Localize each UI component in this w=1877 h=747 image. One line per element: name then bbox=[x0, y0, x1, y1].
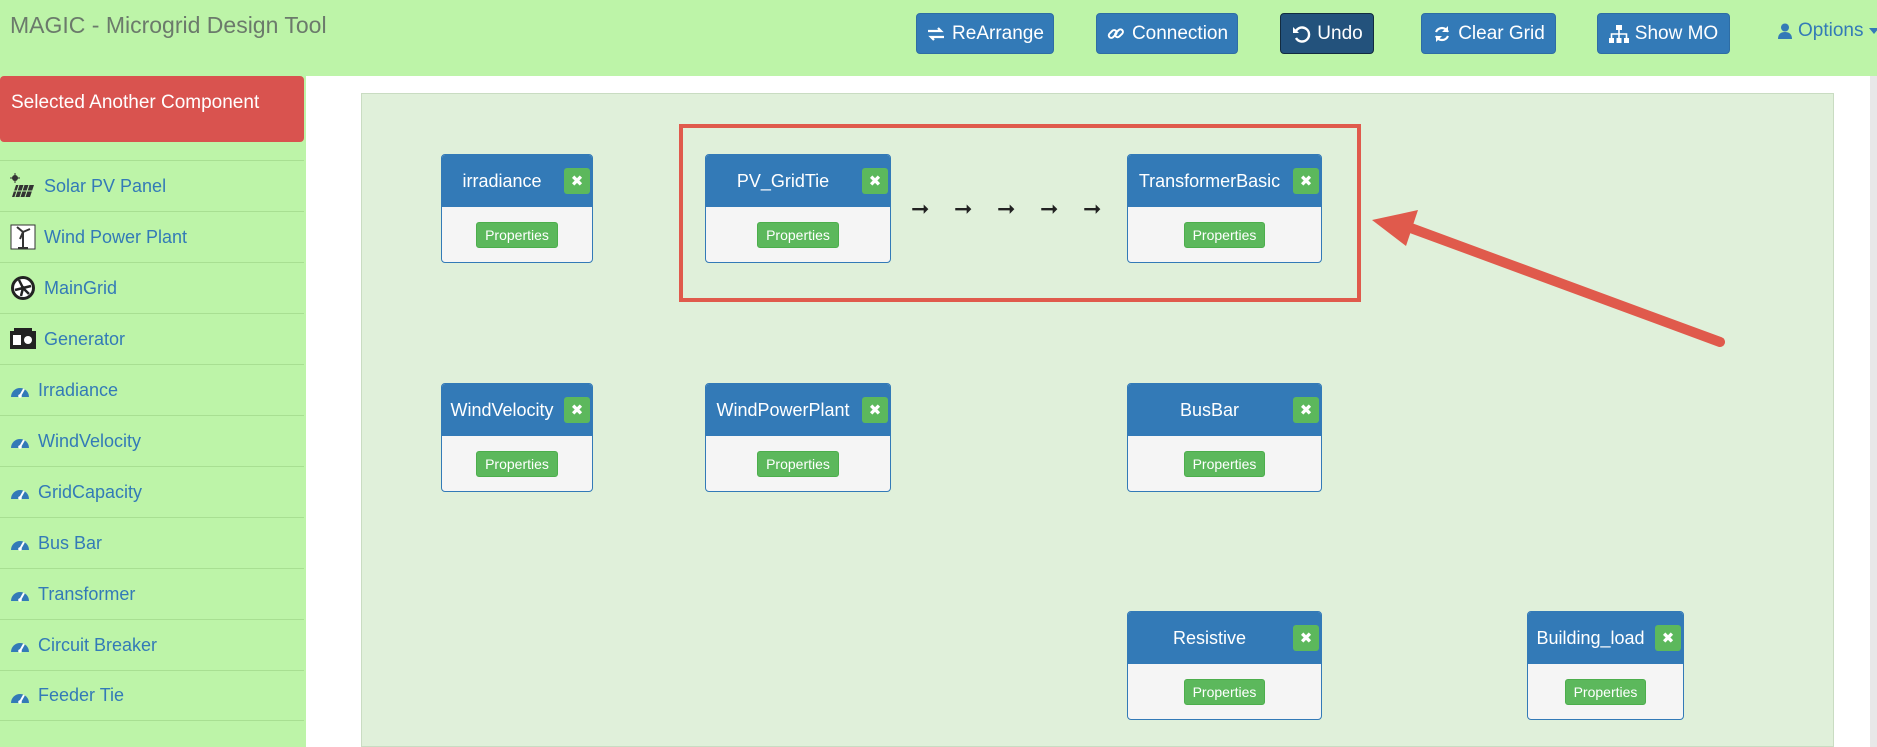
node-resistive[interactable]: Resistive ✖ Properties bbox=[1127, 611, 1322, 720]
undo-button[interactable]: Undo bbox=[1280, 13, 1374, 54]
sidebar-item-label: Circuit Breaker bbox=[38, 634, 158, 655]
clear-grid-label: Clear Grid bbox=[1458, 22, 1545, 44]
node-header[interactable]: WindVelocity ✖ bbox=[442, 384, 592, 436]
sitemap-icon bbox=[1608, 24, 1629, 43]
user-icon bbox=[1778, 23, 1792, 39]
options-menu[interactable]: Options bbox=[1778, 20, 1877, 42]
grid-fan-icon bbox=[11, 276, 35, 300]
sidebar-item-label: Feeder Tie bbox=[38, 685, 125, 705]
node-building-load[interactable]: Building_load ✖ Properties bbox=[1527, 611, 1684, 720]
undo-label: Undo bbox=[1317, 22, 1363, 44]
sidebar-item-irradiance[interactable]: Irradiance bbox=[0, 364, 304, 415]
close-icon[interactable]: ✖ bbox=[564, 168, 590, 194]
exchange-icon bbox=[928, 26, 945, 41]
close-icon[interactable]: ✖ bbox=[564, 397, 590, 423]
properties-button[interactable]: Properties bbox=[757, 451, 839, 477]
gauge-icon bbox=[11, 643, 29, 653]
app-title: MAGIC - Microgrid Design Tool bbox=[10, 12, 327, 38]
sidebar-item-transformer[interactable]: Transformer bbox=[0, 568, 304, 619]
show-mo-button[interactable]: Show MO bbox=[1597, 13, 1730, 54]
highlight-box bbox=[679, 124, 1361, 302]
sidebar-item-label: Transformer bbox=[38, 583, 136, 604]
refresh-icon bbox=[1435, 25, 1450, 42]
close-icon[interactable]: ✖ bbox=[1293, 625, 1319, 651]
sidebar-item-label: Irradiance bbox=[38, 379, 119, 400]
properties-button[interactable]: Properties bbox=[1183, 679, 1266, 705]
sidebar-item-bus-bar[interactable]: Bus Bar bbox=[0, 517, 304, 568]
gauge-icon bbox=[11, 490, 29, 500]
sidebar-item-maingrid[interactable]: MainGrid bbox=[0, 262, 304, 313]
rearrange-button[interactable]: ReArrange bbox=[916, 13, 1054, 54]
close-icon[interactable]: ✖ bbox=[1655, 625, 1681, 651]
connection-label: Connection bbox=[1131, 22, 1229, 44]
close-icon[interactable]: ✖ bbox=[862, 397, 888, 423]
sidebar-item-generator[interactable]: Generator bbox=[0, 313, 304, 364]
properties-button[interactable]: Properties bbox=[476, 451, 558, 477]
sidebar-item-label: GridCapacity bbox=[38, 481, 143, 502]
gauge-icon bbox=[11, 693, 29, 704]
sidebar-item-feeder-tie[interactable]: Feeder Tie bbox=[0, 670, 304, 721]
node-header[interactable]: Building_load ✖ bbox=[1528, 612, 1683, 664]
wind-turbine-icon bbox=[10, 224, 36, 250]
sidebar-item-label: Generator bbox=[44, 328, 126, 349]
gauge-icon bbox=[11, 592, 29, 602]
sidebar-item-label: MainGrid bbox=[44, 277, 118, 298]
node-title: Resistive bbox=[1172, 627, 1247, 648]
sidebar-item-wind-power-plant[interactable]: Wind Power Plant bbox=[0, 211, 304, 262]
node-irradiance[interactable]: irradiance ✖ Properties bbox=[441, 154, 593, 263]
link-icon bbox=[1107, 27, 1124, 39]
caret-down-icon bbox=[1869, 28, 1877, 34]
node-busbar[interactable]: BusBar ✖ Properties bbox=[1127, 383, 1322, 492]
options-label: Options bbox=[1798, 20, 1864, 41]
node-windvelocity[interactable]: WindVelocity ✖ Properties bbox=[441, 383, 593, 492]
vertical-scrollbar[interactable] bbox=[1870, 76, 1877, 747]
close-icon[interactable]: ✖ bbox=[1293, 397, 1319, 423]
rearrange-label: ReArrange bbox=[952, 22, 1044, 44]
annotation-arrow-icon bbox=[1372, 210, 1725, 347]
sidebar-item-circuit-breaker[interactable]: Circuit Breaker bbox=[0, 619, 304, 670]
node-header[interactable]: Resistive ✖ bbox=[1128, 612, 1321, 664]
node-header[interactable]: BusBar ✖ bbox=[1128, 384, 1321, 436]
node-title: WindVelocity bbox=[450, 399, 554, 420]
gauge-icon bbox=[11, 541, 29, 551]
sidebar-item-label: Bus Bar bbox=[38, 532, 103, 553]
gauge-icon bbox=[11, 388, 29, 398]
solar-panel-icon bbox=[10, 173, 34, 198]
properties-button[interactable]: Properties bbox=[1183, 451, 1266, 477]
node-title: Building_load bbox=[1536, 627, 1645, 648]
node-title: WindPowerPlant bbox=[716, 399, 850, 420]
properties-button[interactable]: Properties bbox=[1564, 679, 1647, 705]
gauge-icon bbox=[11, 439, 29, 449]
node-title: BusBar bbox=[1179, 399, 1240, 420]
selection-alert: Selected Another Component bbox=[0, 76, 304, 142]
sidebar-item-label: Solar PV Panel bbox=[44, 175, 167, 196]
generator-icon bbox=[10, 328, 36, 349]
component-sidebar: Selected Another Component Solar PV Pane… bbox=[0, 76, 304, 747]
node-title: irradiance bbox=[462, 170, 542, 191]
sidebar-item-gridcapacity[interactable]: GridCapacity bbox=[0, 466, 304, 517]
node-header[interactable]: irradiance ✖ bbox=[442, 155, 592, 207]
sidebar-item-windvelocity[interactable]: WindVelocity bbox=[0, 415, 304, 466]
undo-icon bbox=[1293, 25, 1311, 43]
sidebar-item-label: WindVelocity bbox=[38, 430, 142, 451]
connection-button[interactable]: Connection bbox=[1096, 13, 1238, 54]
node-header[interactable]: WindPowerPlant ✖ bbox=[706, 384, 890, 436]
selection-alert-text: Selected Another Component bbox=[11, 92, 260, 113]
show-mo-label: Show MO bbox=[1634, 22, 1719, 44]
sidebar-item-solar-pv-panel[interactable]: Solar PV Panel bbox=[0, 160, 304, 211]
node-windpowerplant[interactable]: WindPowerPlant ✖ Properties bbox=[705, 383, 891, 492]
clear-grid-button[interactable]: Clear Grid bbox=[1421, 13, 1556, 54]
properties-button[interactable]: Properties bbox=[476, 222, 558, 248]
sidebar-item-label: Wind Power Plant bbox=[44, 226, 188, 247]
